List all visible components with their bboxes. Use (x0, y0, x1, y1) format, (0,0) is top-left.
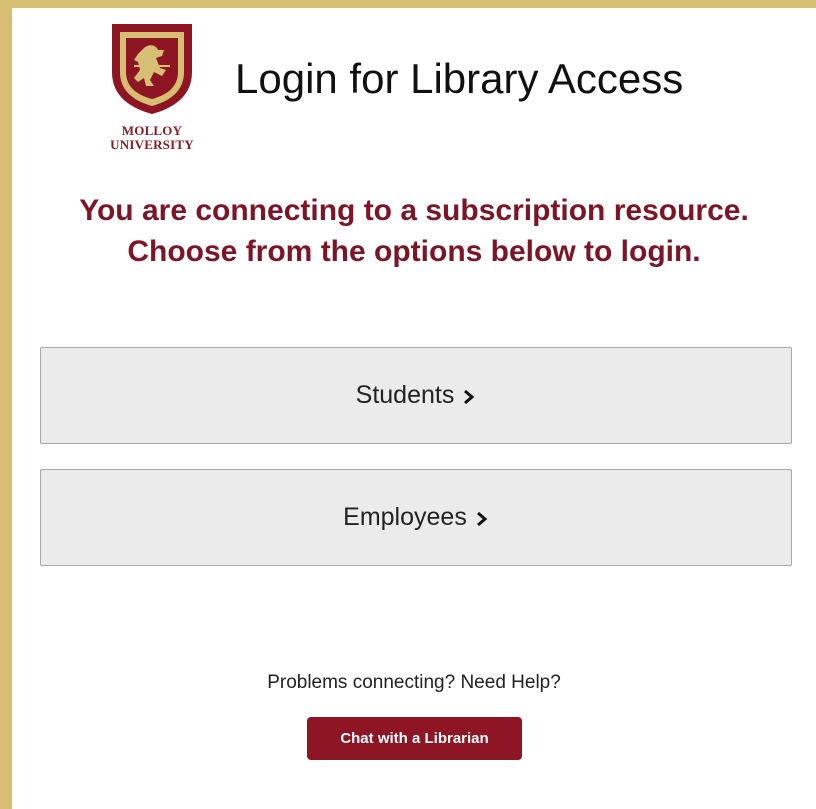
employees-label: Employees (343, 503, 467, 531)
login-panel: MOLLOY UNIVERSITY Login for Library Acce… (12, 8, 816, 809)
students-login-button[interactable]: Students (40, 347, 792, 444)
logo-line-2: UNIVERSITY (110, 137, 194, 152)
students-label: Students (355, 381, 455, 409)
chevron-right-icon (462, 383, 476, 412)
university-name: MOLLOY UNIVERSITY (92, 124, 212, 152)
crest-icon (112, 24, 192, 114)
employees-login-button[interactable]: Employees (40, 469, 792, 566)
chat-with-librarian-button[interactable]: Chat with a Librarian (307, 717, 522, 760)
logo-line-1: MOLLOY (121, 123, 183, 138)
connection-message-line-1: You are connecting to a subscription res… (79, 194, 749, 227)
university-logo: MOLLOY UNIVERSITY (92, 20, 212, 160)
connection-message-line-2: Choose from the options below to login. (127, 235, 701, 268)
help-text: Problems connecting? Need Help? (267, 672, 561, 693)
page-title: Login for Library Access (235, 55, 684, 102)
chevron-right-icon (475, 505, 489, 534)
connection-message: You are connecting to a subscription res… (12, 190, 816, 272)
